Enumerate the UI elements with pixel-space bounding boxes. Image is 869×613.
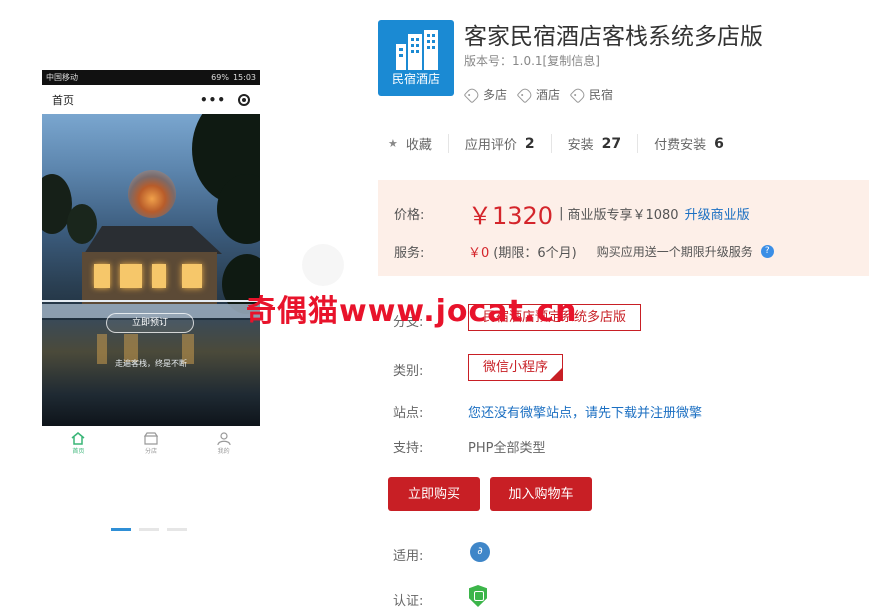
certified-shield-icon [469, 585, 487, 607]
carrier-text: 中国移动 [46, 73, 78, 82]
price-row: 价格: ￥1320 | 商业版专享￥1080 升级商业版 [394, 196, 750, 231]
star-icon: ★ [388, 137, 398, 150]
service-note: 购买应用送一个期限升级服务 [596, 245, 753, 259]
pro-price: 商业版专享￥1080 [567, 208, 679, 223]
tag-item[interactable]: 民宿 [569, 86, 613, 103]
help-icon[interactable]: ? [760, 245, 774, 258]
tag-list: 多店 酒店 民宿 [463, 86, 613, 103]
app-version[interactable]: 版本号：1.0.1[复制信息] [464, 52, 600, 69]
mini-program-header: 首页 ••• [42, 85, 260, 114]
more-dots-icon[interactable]: ••• [200, 93, 226, 107]
phone-preview: 中国移动 69% 15:03 首页 ••• 立即预订 走遍客栈，终是不断 首页 … [42, 70, 260, 460]
mini-page-title: 首页 [52, 93, 74, 107]
tag-icon [463, 86, 481, 103]
install-stat: 安装 27 [550, 134, 638, 153]
building-icon [396, 30, 438, 70]
app-logo: 民宿酒店 [378, 20, 454, 96]
site-register-link[interactable]: 您还没有微擎站点，请先下载并注册微擎 [468, 402, 702, 421]
service-price: ￥0 [468, 246, 490, 261]
service-period: (期限：6个月) [493, 246, 577, 261]
phone-tab-bar: 首页 分店 我的 [42, 426, 260, 460]
watermark-text: 奇偶猫www.jocat.cn [246, 294, 578, 329]
check-icon: ✓ [555, 363, 562, 371]
rating-stat[interactable]: 应用评价 2 [447, 134, 551, 153]
store-icon [143, 431, 158, 445]
mini-program-icon: ∂ [470, 542, 490, 562]
tab-branch[interactable]: 分店 [143, 431, 158, 455]
price-value: ￥1320 [468, 202, 554, 230]
carousel-arrow-button[interactable] [302, 244, 344, 286]
tab-mine[interactable]: 我的 [217, 431, 231, 455]
sunset-orb [128, 170, 176, 218]
tab-home[interactable]: 首页 [71, 431, 85, 455]
hero-banner-image: 立即预订 走遍客栈，终是不断 [42, 114, 260, 426]
hero-slogan: 走遍客栈，终是不断 [115, 359, 187, 368]
tag-icon [569, 86, 587, 103]
battery-text: 69% [211, 73, 229, 82]
carousel-dot-1[interactable] [111, 528, 131, 531]
favorite-button[interactable]: ★ 收藏 [388, 134, 448, 153]
tag-item[interactable]: 酒店 [516, 86, 560, 103]
add-to-cart-button[interactable]: 加入购物车 [490, 477, 592, 511]
user-icon [217, 431, 231, 445]
logo-text: 民宿酒店 [391, 72, 440, 86]
price-panel: 价格: ￥1320 | 商业版专享￥1080 升级商业版 服务: ￥0 (期限：… [378, 180, 869, 276]
tag-icon [516, 86, 534, 103]
phone-status-bar: 中国移动 69% 15:03 [42, 70, 260, 85]
carousel-indicator [111, 528, 187, 531]
upgrade-link[interactable]: 升级商业版 [685, 204, 750, 223]
book-now-button[interactable]: 立即预订 [106, 313, 194, 333]
buy-now-button[interactable]: 立即购买 [388, 477, 480, 511]
stats-row: ★ 收藏 应用评价 2 安装 27 付费安装 6 [388, 134, 740, 153]
close-capsule-icon[interactable] [238, 93, 250, 106]
support-value: PHP全部类型 [468, 441, 546, 456]
home-icon [71, 431, 85, 445]
tag-item[interactable]: 多店 [463, 86, 507, 103]
carousel-dot-2[interactable] [139, 528, 159, 531]
carousel-dot-3[interactable] [167, 528, 187, 531]
category-option[interactable]: 微信小程序 ✓ [468, 354, 564, 381]
service-row: 服务: ￥0 (期限：6个月) 购买应用送一个期限升级服务 ? [394, 242, 774, 261]
app-title: 客家民宿酒店客栈系统多店版 [464, 24, 763, 50]
time-text: 15:03 [232, 73, 256, 82]
paid-install-stat: 付费安装 6 [637, 134, 740, 153]
